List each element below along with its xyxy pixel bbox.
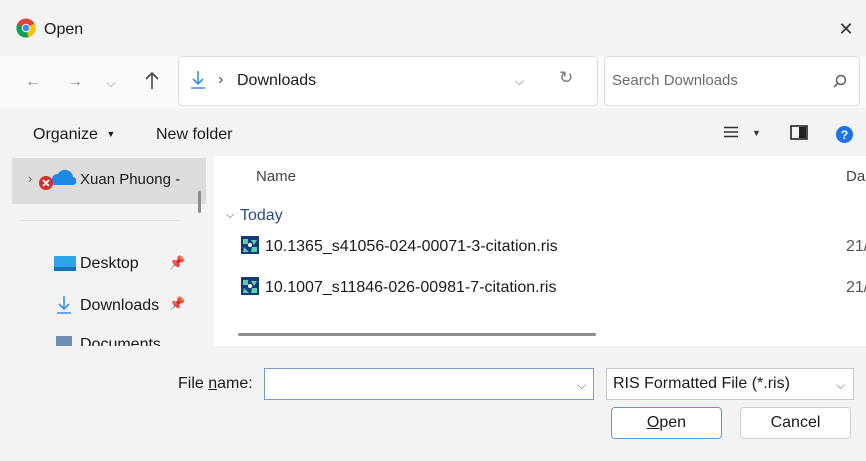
download-arrow-icon (56, 295, 72, 315)
open-label: pen (659, 414, 687, 431)
file-row-date: 21/ (846, 238, 866, 255)
close-icon[interactable]: ✕ (834, 16, 858, 42)
pin-icon: 📌 (169, 255, 186, 270)
open-access-key: O (646, 414, 660, 431)
search-icon[interactable] (833, 74, 847, 88)
search-input[interactable]: Search Downloads (612, 72, 738, 89)
title-bar (0, 0, 866, 56)
chrome-icon (16, 18, 36, 38)
horizontal-scrollbar[interactable] (238, 333, 596, 336)
file-name-access-key: n (208, 375, 218, 392)
file-name-dropdown-icon[interactable]: ⌵ (577, 378, 586, 393)
file-row-name[interactable]: 10.1365_s41056-024-00071-3-citation.ris (265, 238, 558, 256)
column-header-date[interactable]: Da (846, 168, 865, 185)
sidebar-scrollbar[interactable] (198, 191, 201, 213)
refresh-icon[interactable]: ↻ (559, 68, 573, 88)
onedrive-error-icon (38, 168, 76, 192)
sidebar-item-label: Xuan Phuong - (80, 171, 181, 188)
address-history-icon[interactable]: ⌵ (515, 74, 524, 89)
forward-arrow-icon[interactable]: → (64, 72, 86, 92)
group-header-today[interactable]: Today (240, 207, 283, 225)
open-button[interactable]: Open (611, 407, 722, 439)
column-header-name[interactable]: Name (256, 168, 296, 185)
back-arrow-icon[interactable]: ← (22, 72, 44, 92)
organize-label: Organize (33, 126, 98, 143)
view-options-icon[interactable] (724, 126, 738, 138)
file-type-value: RIS Formatted File (*.ris) (613, 375, 790, 392)
organize-menu-button[interactable]: Organize ▼ (33, 126, 115, 144)
file-row-name[interactable]: 10.1007_s11846-026-00981-7-citation.ris (265, 279, 556, 297)
caret-down-icon: ▼ (106, 129, 116, 139)
breadcrumb-separator: › (218, 71, 224, 88)
up-arrow-icon[interactable] (144, 71, 160, 91)
group-collapse-icon[interactable]: ⌵ (226, 209, 234, 222)
download-arrow-icon (190, 70, 206, 90)
help-icon[interactable]: ? (836, 126, 853, 143)
file-name-label-prefix: File (178, 375, 209, 392)
sidebar-item-documents[interactable]: Documents (80, 333, 200, 346)
sidebar-item-desktop[interactable]: Desktop (80, 255, 139, 273)
chevron-down-icon[interactable]: ⌵ (102, 73, 120, 93)
file-name-input[interactable] (264, 368, 594, 400)
file-name-label: File name: (178, 375, 253, 393)
desktop-icon (54, 256, 76, 272)
svg-text:?: ? (841, 128, 848, 142)
file-type-dropdown-icon[interactable]: ⌵ (836, 378, 845, 393)
documents-icon (56, 336, 72, 346)
file-row-date: 21/ (846, 279, 866, 296)
ris-file-icon (241, 236, 259, 254)
window-title: Open (44, 21, 84, 38)
view-dropdown-caret-icon[interactable]: ▼ (752, 128, 761, 138)
breadcrumb-location[interactable]: Downloads (237, 72, 316, 90)
dialog-footer (0, 346, 866, 461)
cancel-button[interactable]: Cancel (740, 407, 851, 439)
expand-chevron-icon[interactable]: › (28, 171, 32, 186)
sidebar-item-downloads[interactable]: Downloads (80, 297, 159, 315)
pin-icon: 📌 (169, 296, 186, 311)
sidebar-item-documents-clip: Documents (80, 333, 200, 346)
new-folder-button[interactable]: New folder (156, 126, 232, 144)
preview-pane-icon[interactable] (790, 125, 808, 140)
file-name-label-suffix: ame: (217, 375, 253, 392)
ris-file-icon (241, 277, 259, 295)
sidebar-divider (20, 220, 180, 221)
